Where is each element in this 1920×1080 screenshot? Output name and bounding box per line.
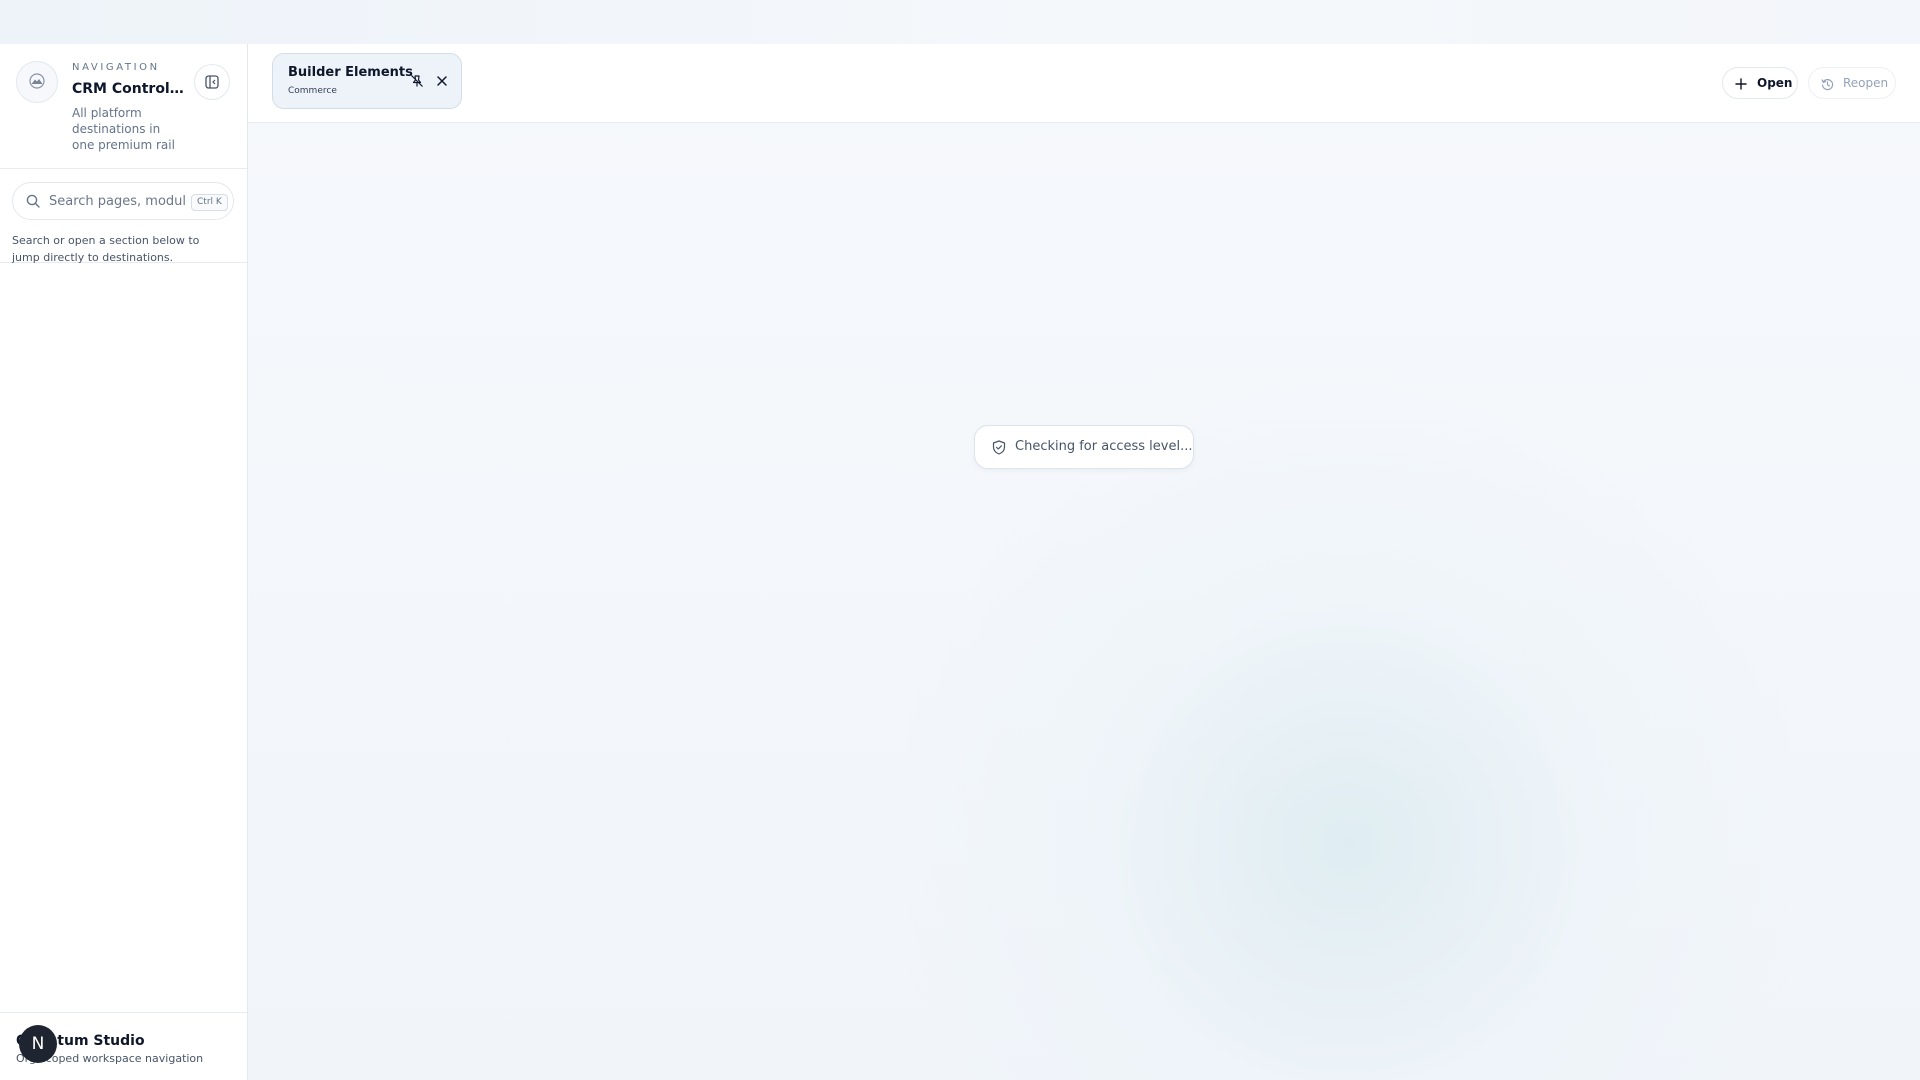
search-hint: Search or open a section below to jump d… (12, 234, 200, 264)
logo[interactable] (16, 61, 58, 103)
tab-bar: Builder Elements Commerce Open Reopen (248, 44, 1920, 123)
collapse-sidebar-button[interactable] (194, 64, 230, 100)
sidebar-collapse-icon (205, 75, 219, 89)
search-shortcut-badge: Ctrl K (191, 194, 228, 211)
brand-title: CRM Control C... (72, 81, 184, 97)
sidebar-footer[interactable]: Quantum Studio Org-scoped workspace navi… (0, 1012, 247, 1080)
sidebar-brand: NAVIGATION CRM Control C... All platform… (0, 44, 247, 169)
mountain-logo-icon (29, 73, 45, 89)
open-button-label: Open (1757, 76, 1793, 90)
reopen-button-label: Reopen (1843, 76, 1889, 90)
reopen-button[interactable]: Reopen (1808, 67, 1896, 99)
unpin-icon[interactable] (410, 74, 424, 88)
search-icon (26, 194, 40, 208)
tab-builder-elements[interactable]: Builder Elements Commerce (272, 53, 462, 109)
top-strip (0, 0, 1920, 44)
close-icon[interactable] (436, 75, 448, 87)
main-area: Builder Elements Commerce Open Reopen Ch… (248, 44, 1920, 1080)
avatar[interactable]: N (19, 1025, 57, 1063)
sidebar-search: Ctrl K Search or open a section below to… (0, 168, 247, 264)
plus-icon (1735, 78, 1747, 90)
access-status-text: Checking for access level... (1015, 439, 1193, 454)
access-status-pill: Checking for access level... (974, 425, 1194, 469)
search-box[interactable]: Ctrl K (12, 182, 234, 220)
tab-subtitle: Commerce (288, 86, 337, 96)
tab-title: Builder Elements (288, 65, 413, 80)
nav-eyebrow: NAVIGATION (72, 62, 160, 73)
history-icon (1821, 79, 1834, 91)
sidebar: NAVIGATION CRM Control C... All platform… (0, 44, 248, 1080)
open-button[interactable]: Open (1722, 67, 1798, 99)
search-input[interactable] (49, 191, 195, 211)
brand-subtitle: All platform destinations in one premium… (72, 106, 175, 152)
shield-check-icon (992, 440, 1006, 455)
